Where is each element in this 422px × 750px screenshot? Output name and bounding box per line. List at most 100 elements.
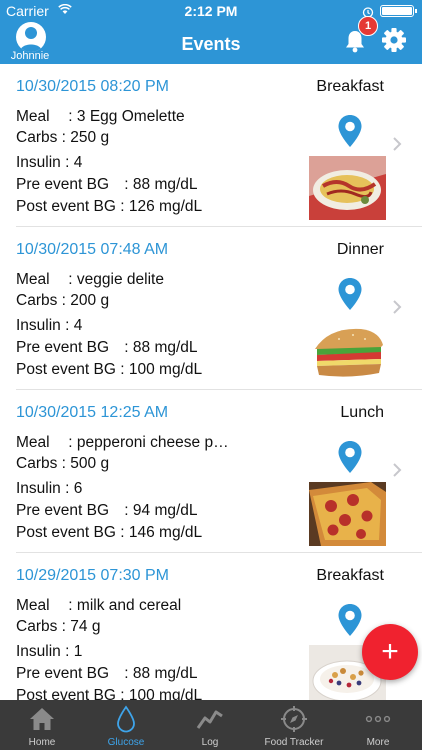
tab-bar: Home Glucose Log Food Tracker More	[0, 700, 422, 750]
battery-icon	[380, 5, 417, 17]
insulin-row: Insulin : 4	[16, 154, 83, 171]
carbs-row: Carbs : 74 g	[16, 618, 101, 635]
carbs-row: Carbs : 200 g	[16, 292, 110, 309]
meal-row: Meal : pepperoni cheese p…	[16, 434, 229, 451]
event-datetime: 10/29/2015 07:30 PM	[16, 567, 170, 584]
tab-glucose[interactable]: Glucose	[84, 700, 168, 750]
clock-time: 2:12 PM	[184, 3, 238, 19]
location-pin-icon[interactable]	[337, 440, 363, 474]
pre-bg-label: Pre event BG	[16, 665, 110, 682]
pre-bg-row: Pre event BG : 94 mg/dL	[16, 502, 198, 519]
pre-bg-value: 88 mg/dL	[132, 339, 198, 356]
meal-value: milk and cereal	[76, 597, 182, 614]
post-bg-label: Post event BG	[16, 198, 116, 215]
meal-label: Meal	[16, 271, 50, 288]
carbs-value: 250 g	[70, 129, 110, 146]
insulin-label: Insulin	[16, 154, 61, 171]
meal-value: 3 Egg Omelette	[76, 108, 185, 125]
tab-label: More	[366, 737, 390, 748]
event-type: Lunch	[340, 404, 384, 421]
pre-bg-value: 88 mg/dL	[132, 665, 198, 682]
tab-label: Log	[201, 737, 219, 748]
chevron-right-icon[interactable]	[392, 462, 402, 478]
post-bg-value: 146 mg/dL	[128, 524, 203, 541]
meal-value: veggie delite	[76, 271, 164, 288]
carbs-value: 500 g	[70, 455, 110, 472]
meal-label: Meal	[16, 597, 50, 614]
pre-bg-value: 88 mg/dL	[132, 176, 198, 193]
pre-bg-label: Pre event BG	[16, 339, 110, 356]
insulin-value: 4	[73, 154, 83, 171]
insulin-row: Insulin : 4	[16, 317, 83, 334]
tab-home[interactable]: Home	[0, 700, 84, 750]
tab-label: Food Tracker	[264, 737, 324, 748]
insulin-label: Insulin	[16, 480, 61, 497]
notification-badge[interactable]: 1	[358, 16, 378, 36]
tab-more[interactable]: More	[336, 700, 420, 750]
carbs-label: Carbs	[16, 618, 58, 635]
nav-header: Carrier 2:12 PM Johnnie Events 1	[0, 0, 422, 64]
carbs-label: Carbs	[16, 129, 58, 146]
event-card[interactable]: 10/30/2015 07:48 AM Dinner Meal : veggie…	[0, 227, 422, 390]
pre-bg-label: Pre event BG	[16, 502, 110, 519]
location-pin-icon[interactable]	[337, 603, 363, 637]
tab-food-tracker[interactable]: Food Tracker	[252, 700, 336, 750]
gear-icon[interactable]	[381, 27, 407, 53]
insulin-value: 1	[73, 643, 83, 660]
pre-bg-value: 94 mg/dL	[132, 502, 198, 519]
tab-log[interactable]: Log	[168, 700, 252, 750]
post-bg-row: Post event BG : 100 mg/dL	[16, 687, 202, 700]
event-datetime: 10/30/2015 07:48 AM	[16, 241, 169, 258]
event-datetime: 10/30/2015 08:20 PM	[16, 78, 170, 95]
meal-photo-sandwich[interactable]	[309, 319, 386, 383]
meal-row: Meal : 3 Egg Omelette	[16, 108, 185, 125]
tab-label: Glucose	[107, 737, 145, 748]
pre-bg-row: Pre event BG : 88 mg/dL	[16, 339, 198, 356]
status-bar: Carrier 2:12 PM	[0, 3, 422, 21]
location-pin-icon[interactable]	[337, 114, 363, 148]
meal-label: Meal	[16, 108, 50, 125]
location-pin-icon[interactable]	[337, 277, 363, 311]
post-bg-row: Post event BG : 100 mg/dL	[16, 361, 203, 378]
carbs-row: Carbs : 250 g	[16, 129, 110, 146]
drop-icon	[117, 705, 135, 733]
meal-row: Meal : milk and cereal	[16, 597, 182, 614]
event-datetime: 10/30/2015 12:25 AM	[16, 404, 169, 421]
chart-icon	[196, 710, 223, 729]
chevron-right-icon[interactable]	[392, 299, 402, 315]
carbs-row: Carbs : 500 g	[16, 455, 110, 472]
post-bg-row: Post event BG : 146 mg/dL	[16, 524, 203, 541]
meal-value: pepperoni cheese p…	[76, 434, 229, 451]
post-bg-value: 100 mg/dL	[128, 361, 203, 378]
insulin-value: 6	[73, 480, 83, 497]
chevron-right-icon[interactable]	[392, 136, 402, 152]
pre-bg-row: Pre event BG : 88 mg/dL	[16, 176, 198, 193]
compass-icon	[281, 706, 307, 732]
post-bg-label: Post event BG	[16, 361, 116, 378]
post-bg-row: Post event BG : 126 mg/dL	[16, 198, 203, 215]
event-card[interactable]: 10/30/2015 08:20 PM Breakfast Meal : 3 E…	[0, 64, 422, 227]
pre-bg-label: Pre event BG	[16, 176, 110, 193]
post-bg-label: Post event BG	[16, 687, 116, 700]
meal-row: Meal : veggie delite	[16, 271, 164, 288]
carbs-value: 200 g	[70, 292, 110, 309]
post-bg-label: Post event BG	[16, 524, 116, 541]
tab-label: Home	[28, 737, 56, 748]
add-event-button[interactable]: +	[362, 624, 418, 680]
event-list[interactable]: 10/30/2015 08:20 PM Breakfast Meal : 3 E…	[0, 64, 422, 700]
insulin-value: 4	[73, 317, 83, 334]
post-bg-value: 126 mg/dL	[128, 198, 203, 215]
event-card[interactable]: 10/29/2015 07:30 PM Breakfast Meal : mil…	[0, 553, 422, 700]
more-icon	[365, 715, 391, 723]
event-type: Breakfast	[316, 567, 384, 584]
insulin-row: Insulin : 1	[16, 643, 83, 660]
meal-photo-pizza[interactable]	[309, 482, 386, 546]
event-type: Dinner	[336, 241, 384, 258]
insulin-label: Insulin	[16, 643, 61, 660]
carbs-value: 74 g	[70, 618, 101, 635]
insulin-row: Insulin : 6	[16, 480, 83, 497]
post-bg-value: 100 mg/dL	[128, 687, 203, 700]
event-card[interactable]: 10/30/2015 12:25 AM Lunch Meal : peppero…	[0, 390, 422, 553]
insulin-label: Insulin	[16, 317, 61, 334]
meal-photo-omelette[interactable]	[309, 156, 386, 220]
